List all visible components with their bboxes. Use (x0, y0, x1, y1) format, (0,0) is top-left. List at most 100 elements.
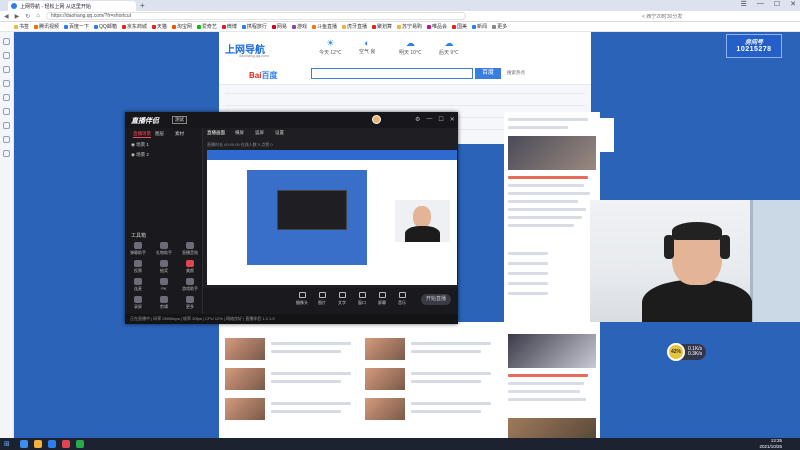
live-preview[interactable] (207, 150, 457, 285)
home-icon[interactable]: ⌂ (36, 13, 40, 19)
search-input[interactable] (311, 68, 473, 79)
tab-layers[interactable]: 图层 (155, 131, 164, 137)
bookmark-item[interactable]: 聚划算 (371, 23, 392, 30)
tool-pk[interactable]: PK (153, 278, 175, 291)
bookmark-item[interactable]: 唯品会 (427, 23, 447, 30)
feed-thumbnail[interactable] (365, 398, 405, 420)
add-window-button[interactable]: 窗口 (353, 292, 371, 306)
bookmark-item[interactable]: 书签 (14, 23, 29, 30)
bookmark-item[interactable]: 天猫 (151, 23, 167, 30)
folder-icon[interactable] (34, 440, 42, 448)
add-screen-button[interactable]: 屏幕 (373, 292, 391, 306)
streaming-app-icon[interactable] (62, 440, 70, 448)
app-maximize-button[interactable]: ☐ (438, 116, 443, 123)
bookmark-item[interactable]: 虎牙直播 (341, 23, 367, 30)
tab-scenes[interactable]: 直播场景 (133, 131, 151, 138)
tools-icon[interactable] (3, 94, 10, 101)
refresh-icon[interactable]: ↻ (25, 13, 30, 20)
tab-live-view[interactable]: 直播画面 (207, 130, 225, 136)
add-image-button[interactable]: 图片 (313, 292, 331, 306)
shop-icon[interactable] (3, 136, 10, 143)
weather-after[interactable]: ☁ 后天 9℃ (439, 38, 459, 56)
hot-search-label[interactable]: 搜索热点 (507, 70, 525, 76)
weather-today[interactable]: ☀ 今天 12℃ (319, 38, 342, 56)
scene-item[interactable]: ◉ 场景 1 (131, 142, 149, 148)
weather-tomorrow[interactable]: ☁ 明天 10℃ (399, 38, 422, 56)
network-speed-widget[interactable]: 42% 0.1K/s 0.3K/s (667, 343, 706, 361)
bookmark-item[interactable]: 网易 (271, 23, 287, 30)
tool-game[interactable]: 游戏助手 (179, 278, 201, 292)
bookmark-item[interactable]: 国美 (452, 23, 467, 30)
news-thumbnail[interactable] (508, 418, 596, 438)
bookmark-item[interactable]: 游戏 (291, 23, 307, 30)
feed-thumbnail[interactable] (225, 368, 265, 390)
url-input[interactable]: https://daohang.qq.com/?fr=shortcut (45, 12, 466, 20)
tab-landscape[interactable]: 横屏 (235, 130, 244, 136)
tool-link[interactable]: 连麦 (127, 278, 149, 292)
bookmark-item[interactable]: QQ邮箱 (94, 23, 117, 30)
history-icon[interactable] (3, 52, 10, 59)
browser-tab[interactable]: 上网导航 - 轻松上网 从这里开始 (8, 1, 136, 11)
add-music-button[interactable]: 音乐 (393, 292, 411, 306)
tab-portrait[interactable]: 竖屏 (255, 130, 264, 136)
mail-icon[interactable] (3, 108, 10, 115)
tab-settings[interactable]: 设置 (275, 130, 284, 136)
bookmark-item[interactable]: 携程旅行 (241, 23, 267, 30)
tab-assets[interactable]: 素材 (175, 131, 184, 137)
search-icon[interactable] (20, 440, 28, 448)
tool-record[interactable]: 录屏 (127, 296, 149, 310)
maximize-button[interactable]: ☐ (774, 0, 780, 8)
start-live-button[interactable]: 开始直播 (421, 294, 451, 305)
search-button[interactable]: 百度 (475, 68, 501, 79)
bookmark-item[interactable]: 新闻 (472, 23, 487, 30)
app-tag[interactable]: 测试 (172, 116, 187, 124)
menu-icon[interactable]: ☰ (741, 0, 747, 8)
feed-thumbnail[interactable] (225, 398, 265, 420)
tool-more[interactable]: 更多 (179, 296, 201, 310)
bookmark-item[interactable]: 淘宝网 (171, 23, 192, 30)
bookmark-item[interactable]: 京东商城 (121, 23, 147, 30)
wechat-icon[interactable] (76, 440, 84, 448)
feed-thumbnail[interactable] (365, 338, 405, 360)
tool-edit[interactable]: 剪辑 (153, 296, 175, 310)
avatar[interactable] (372, 115, 381, 124)
feed-thumbnail[interactable] (365, 368, 405, 390)
add-camera-button[interactable]: 摄像头 (293, 292, 311, 306)
app-close-button[interactable]: ✕ (450, 116, 455, 123)
tool-gift[interactable]: 礼物助手 (153, 242, 175, 256)
tool-vote[interactable]: 投票 (127, 260, 149, 274)
tool-beauty[interactable]: 美颜 (179, 260, 201, 274)
app-store-icon[interactable] (3, 150, 10, 157)
close-button[interactable]: ✕ (790, 0, 796, 8)
bookmark-item[interactable]: 斗鱼直播 (311, 23, 337, 30)
tool-sound[interactable]: 直播音效 (179, 242, 201, 256)
weather-air[interactable]: ◐ 空气 良 (359, 38, 375, 55)
minimize-button[interactable]: — (757, 0, 764, 8)
search-hint[interactable]: < 西宁20时30分发 (642, 13, 682, 20)
tool-lottery[interactable]: 抽奖 (153, 260, 175, 274)
game-icon[interactable] (3, 122, 10, 129)
side-ad[interactable] (598, 118, 614, 152)
start-icon[interactable]: ⊞ (4, 440, 10, 448)
add-text-button[interactable]: 文字 (333, 292, 351, 306)
download-icon[interactable] (3, 66, 10, 73)
bookmark-item[interactable]: 爱奇艺 (196, 23, 217, 30)
settings-icon[interactable]: ⚙ (415, 116, 420, 123)
new-tab-button[interactable]: + (140, 1, 145, 10)
bookmark-item[interactable]: 苏宁易购 (397, 23, 422, 30)
news-thumbnail[interactable] (508, 136, 596, 170)
favorites-icon[interactable] (3, 38, 10, 45)
browser-icon[interactable] (48, 440, 56, 448)
app-minimize-button[interactable]: — (426, 116, 432, 123)
back-icon[interactable]: ◀ (4, 13, 9, 20)
bookmark-item[interactable]: 微博 (221, 23, 237, 30)
bookmark-item[interactable]: 更多 (492, 23, 507, 30)
feed-thumbnail[interactable] (225, 338, 265, 360)
bookmark-item[interactable]: 百度一下 (64, 23, 89, 30)
scene-item[interactable]: ◉ 场景 2 (131, 152, 149, 158)
forward-icon[interactable]: ▶ (15, 13, 20, 20)
bookmark-item[interactable]: 腾讯视频 (34, 23, 59, 30)
notes-icon[interactable] (3, 80, 10, 87)
tool-danmaku[interactable]: 弹幕助手 (127, 242, 149, 256)
news-thumbnail[interactable] (508, 334, 596, 368)
